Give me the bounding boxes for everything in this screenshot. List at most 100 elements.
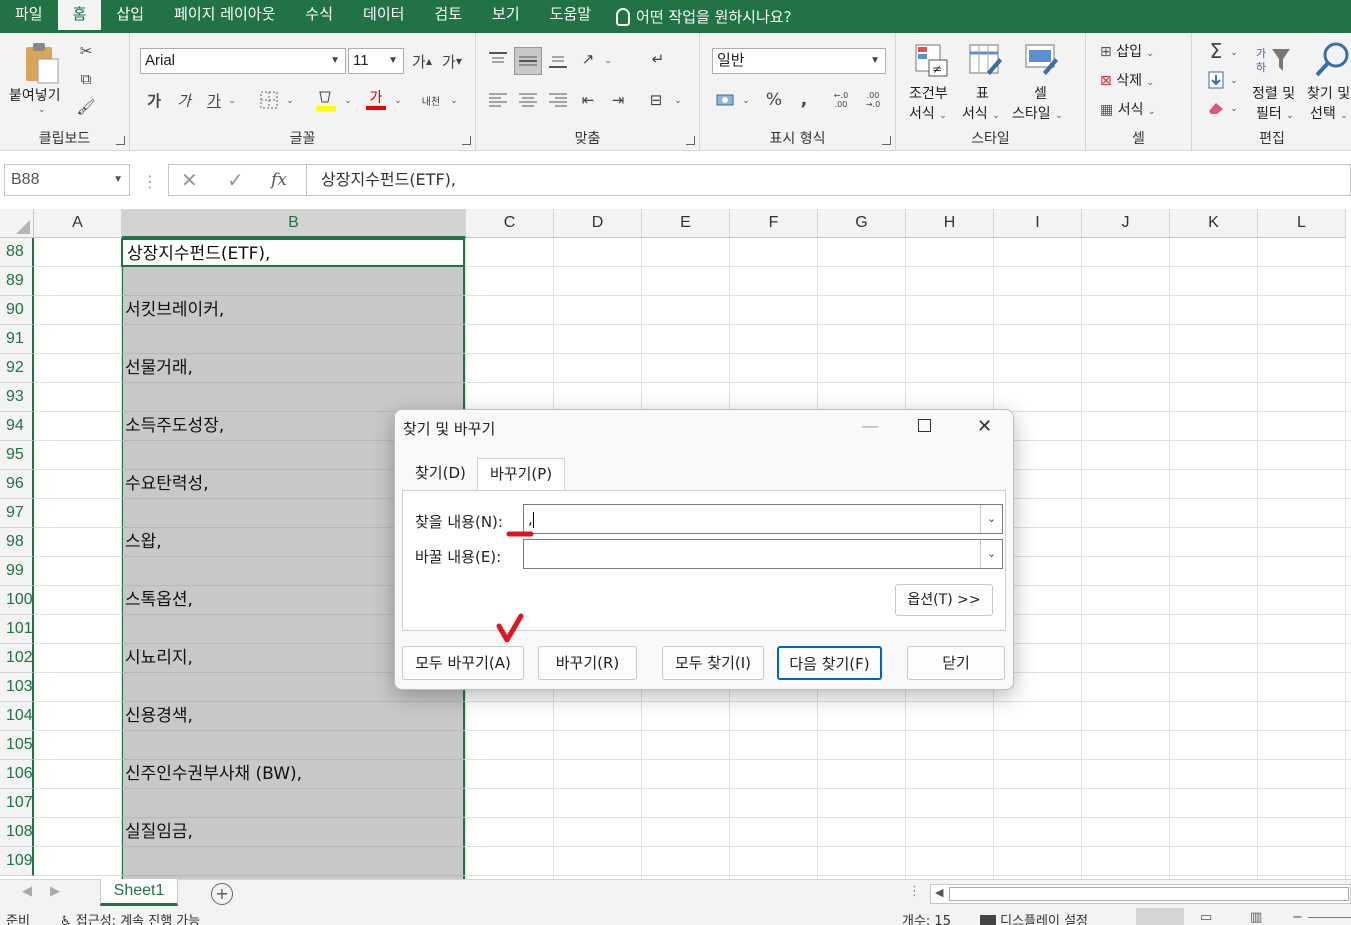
chevron-down-icon[interactable]: ⌄ — [284, 91, 296, 111]
column-header-a[interactable]: A — [34, 209, 122, 238]
align-left-icon[interactable] — [486, 89, 510, 111]
format-painter-icon[interactable]: 🖌 — [76, 97, 96, 117]
cut-icon[interactable]: ✂ — [76, 41, 96, 61]
insert-cells-button[interactable]: ⊞ 삽입 ⌄ — [1100, 41, 1154, 61]
paste-icon[interactable] — [22, 41, 62, 85]
row-header[interactable]: 99 — [0, 557, 34, 586]
align-center-icon[interactable] — [516, 89, 540, 111]
row-header[interactable]: 108 — [0, 818, 34, 847]
number-launcher-icon[interactable] — [882, 136, 891, 145]
scroll-left-icon[interactable]: ◀ — [935, 886, 943, 899]
row-header[interactable]: 105 — [0, 731, 34, 760]
phonetic-guide-icon[interactable]: 내천 — [420, 89, 442, 111]
increase-indent-icon[interactable]: ⇥ — [606, 89, 630, 111]
tab-view[interactable]: 보기 — [477, 0, 535, 33]
orientation-icon[interactable]: ↗ — [576, 47, 600, 71]
row-header[interactable]: 89 — [0, 267, 34, 296]
row-header[interactable]: 92 — [0, 354, 34, 383]
accounting-format-icon[interactable] — [714, 89, 738, 111]
bold-button[interactable]: 가 — [144, 89, 164, 111]
row-header[interactable]: 95 — [0, 441, 34, 470]
replace-button[interactable]: 바꾸기(R) — [538, 646, 637, 680]
cell-b[interactable] — [121, 789, 465, 818]
cell-styles-label-2[interactable]: 스타일 ⌄ — [1012, 103, 1063, 123]
close-icon[interactable]: ✕ — [977, 416, 992, 437]
row-header[interactable]: 104 — [0, 702, 34, 731]
sheet-tab-sheet1[interactable]: Sheet1 — [100, 879, 178, 906]
column-header-k[interactable]: K — [1170, 209, 1258, 238]
formula-input[interactable]: 상장지수펀드(ETF), — [306, 164, 1351, 196]
row-header[interactable]: 90 — [0, 296, 34, 325]
shrink-font-icon[interactable]: 가 ▼ — [442, 50, 462, 72]
cell-styles-icon[interactable] — [1024, 43, 1060, 79]
column-header-l[interactable]: L — [1258, 209, 1346, 238]
copy-icon[interactable]: ⧉ — [76, 69, 96, 89]
cancel-icon[interactable]: ✕ — [181, 168, 198, 192]
chevron-down-icon[interactable]: ⌄ — [1228, 71, 1240, 91]
chevron-down-icon[interactable]: ⌄ — [740, 91, 752, 111]
tab-help[interactable]: 도움말 — [535, 0, 606, 33]
format-cells-button[interactable]: ▦ 서식 ⌄ — [1100, 99, 1155, 119]
cell-b[interactable]: 선물거래, — [121, 354, 465, 383]
row-header[interactable]: 88 — [0, 238, 34, 267]
tab-file[interactable]: 파일 — [0, 0, 58, 33]
column-header-b[interactable]: B — [122, 209, 466, 238]
chevron-down-icon[interactable]: ⌄ — [226, 91, 238, 111]
row-header[interactable]: 91 — [0, 325, 34, 354]
find-select-icon[interactable] — [1312, 41, 1351, 79]
tab-replace[interactable]: 바꾸기(P) — [477, 458, 566, 490]
wrap-text-icon[interactable]: ↵ — [646, 47, 670, 71]
scroll-tabs-right-icon[interactable]: ▶ — [50, 884, 60, 899]
splitter-grip-icon[interactable]: ⋮ — [908, 884, 921, 899]
chevron-down-icon[interactable]: ⌄ — [672, 91, 684, 111]
grow-font-icon[interactable]: 가 ▲ — [412, 50, 432, 72]
cell-b[interactable] — [121, 847, 465, 876]
decrease-indent-icon[interactable]: ⇤ — [576, 89, 600, 111]
align-top-icon[interactable] — [486, 47, 510, 71]
tab-find[interactable]: 찾기(D) — [415, 458, 466, 490]
percent-button[interactable]: % — [762, 89, 786, 111]
autosum-icon[interactable]: Σ — [1206, 39, 1226, 63]
paste-dropdown-icon[interactable]: ⌄ — [38, 105, 46, 115]
row-header[interactable]: 109 — [0, 847, 34, 876]
fill-down-icon[interactable] — [1206, 69, 1226, 91]
horizontal-scrollbar[interactable]: ◀ — [930, 884, 1351, 904]
decrease-decimal-button[interactable]: .00 →.0 — [860, 89, 886, 111]
column-header-j[interactable]: J — [1082, 209, 1170, 238]
normal-view-icon[interactable] — [1136, 908, 1184, 925]
row-header[interactable]: 93 — [0, 383, 34, 412]
tab-insert[interactable]: 삽입 — [101, 0, 159, 33]
row-header[interactable]: 107 — [0, 789, 34, 818]
column-header-d[interactable]: D — [554, 209, 642, 238]
conditional-formatting-label[interactable]: 조건부 — [909, 83, 948, 103]
accessibility-status[interactable]: ♿ 접근성: 계속 진행 가능 — [60, 910, 200, 925]
format-as-table-icon[interactable] — [968, 43, 1004, 79]
alignment-launcher-icon[interactable] — [686, 136, 695, 145]
number-format-combo[interactable]: 일반 ▼ — [712, 48, 886, 74]
cell-b[interactable]: 신주인수권부사채 (BW), — [121, 760, 465, 789]
chevron-down-icon[interactable]: ⌄ — [980, 540, 1002, 568]
find-what-input[interactable]: , ⌄ — [523, 504, 1003, 534]
column-header-i[interactable]: I — [994, 209, 1082, 238]
row-header[interactable]: 101 — [0, 615, 34, 644]
italic-button[interactable]: 가 — [174, 89, 194, 111]
conditional-formatting-icon[interactable]: ≠ — [914, 43, 950, 79]
enter-check-icon[interactable]: ✓ — [227, 168, 244, 192]
row-header[interactable]: 100 — [0, 586, 34, 615]
merge-center-icon[interactable]: ⊟ — [644, 89, 668, 111]
cell-styles-label[interactable]: 셀 — [1034, 83, 1047, 103]
tab-home[interactable]: 홈 — [57, 0, 102, 33]
comma-button[interactable]: , — [792, 89, 816, 111]
cell-b[interactable]: 서킷브레이커, — [121, 296, 465, 325]
formula-bar-grip-icon[interactable]: ⋮ — [142, 172, 158, 191]
fill-color-icon[interactable] — [314, 87, 338, 113]
tab-formulas[interactable]: 수식 — [290, 0, 348, 33]
scrollbar-thumb[interactable] — [949, 887, 1349, 901]
row-header[interactable]: 98 — [0, 528, 34, 557]
find-next-button[interactable]: 다음 찾기(F) — [777, 646, 882, 680]
increase-decimal-button[interactable]: ←.0 .00 — [828, 89, 854, 111]
font-size-combo[interactable]: 11 ▼ — [348, 48, 404, 74]
find-select-label-2[interactable]: 선택 ⌄ — [1310, 103, 1348, 123]
tab-data[interactable]: 데이터 — [348, 0, 419, 33]
page-layout-view-icon[interactable]: ▭ — [1200, 910, 1212, 925]
